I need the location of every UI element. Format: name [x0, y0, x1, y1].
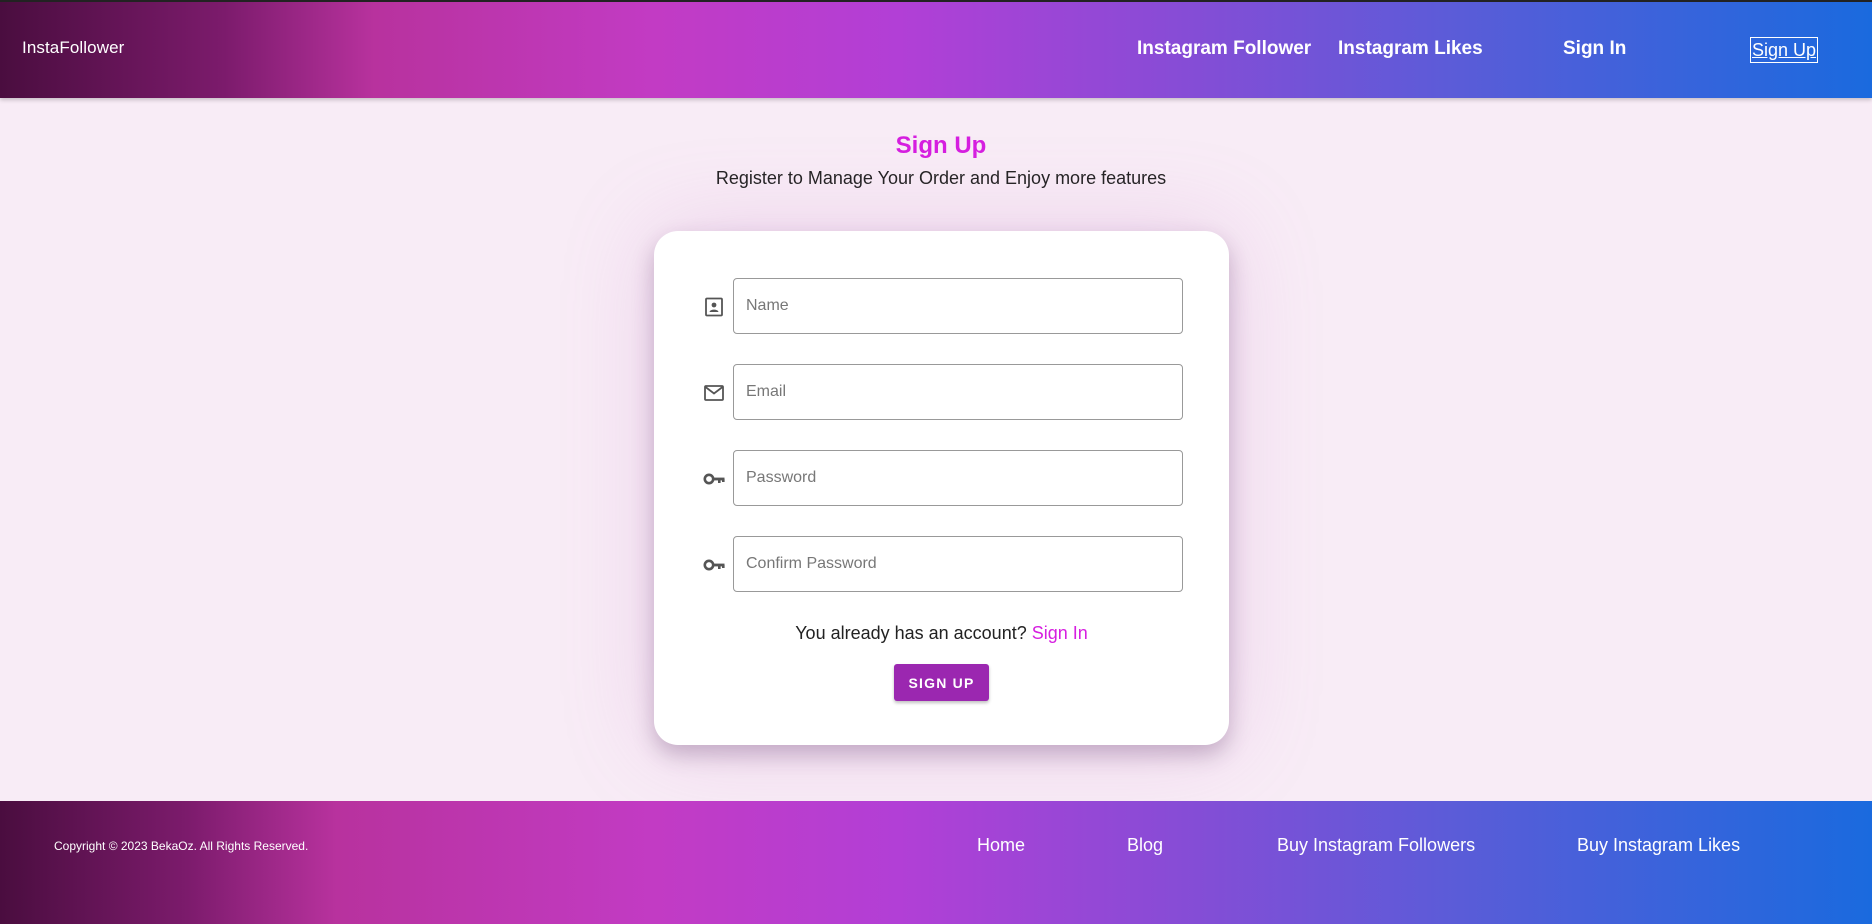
footer-link-blog[interactable]: Blog	[1127, 835, 1163, 856]
page-subtitle: Register to Manage Your Order and Enjoy …	[715, 168, 1167, 188]
name-input[interactable]	[733, 278, 1183, 334]
account-prompt-text: You already has an account?	[795, 623, 1027, 643]
contact-icon	[702, 295, 726, 319]
nav-instagram-likes[interactable]: Instagram Likes	[1338, 38, 1483, 60]
nav-sign-in[interactable]: Sign In	[1563, 38, 1626, 60]
site-header: InstaFollower Instagram Follower Instagr…	[0, 0, 1872, 98]
copyright-text: Copyright © 2023 BekaOz. All Rights Rese…	[54, 839, 309, 853]
confirm-password-input[interactable]	[733, 536, 1183, 592]
nav-instagram-follower[interactable]: Instagram Follower	[1137, 38, 1311, 60]
page-title: Sign Up	[895, 132, 987, 159]
sign-in-link[interactable]: Sign In	[1032, 623, 1088, 643]
footer-link-buy-likes[interactable]: Buy Instagram Likes	[1577, 835, 1740, 856]
nav-sign-up[interactable]: Sign Up	[1750, 37, 1819, 63]
key-icon	[702, 553, 726, 577]
mail-icon	[702, 381, 726, 405]
password-input[interactable]	[733, 450, 1183, 506]
brand-logo-text[interactable]: InstaFollower	[22, 38, 124, 58]
account-prompt: You already has an account? Sign In	[654, 623, 1229, 644]
sign-up-button[interactable]: SIGN UP	[894, 664, 989, 701]
signup-card: You already has an account? Sign In SIGN…	[654, 231, 1229, 745]
footer-link-home[interactable]: Home	[977, 835, 1025, 856]
footer-link-buy-followers[interactable]: Buy Instagram Followers	[1277, 835, 1475, 856]
key-icon	[702, 467, 726, 491]
site-footer: Copyright © 2023 BekaOz. All Rights Rese…	[0, 801, 1872, 924]
email-input[interactable]	[733, 364, 1183, 420]
